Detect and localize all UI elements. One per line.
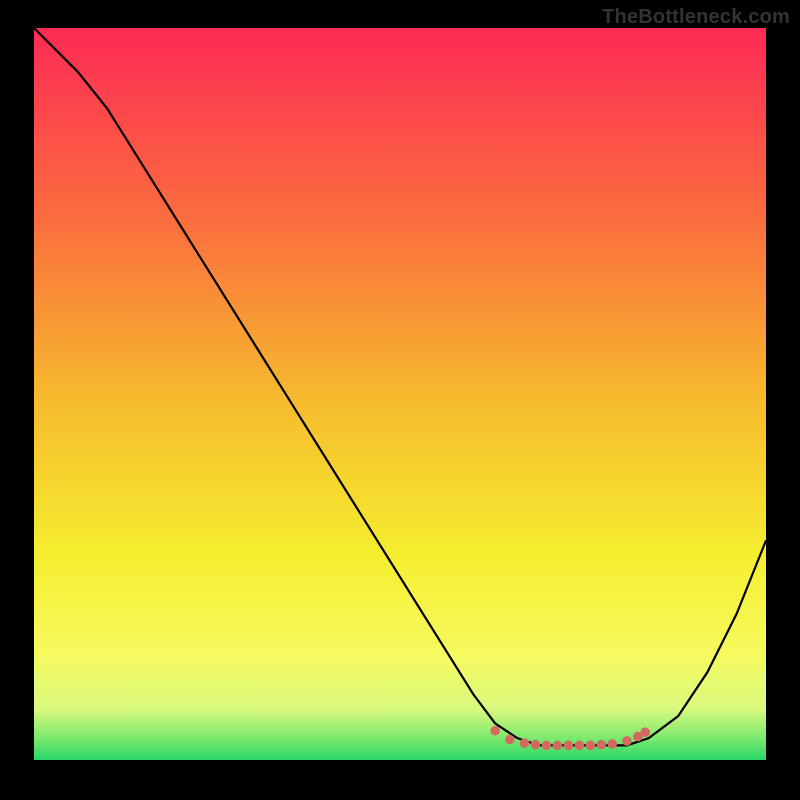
watermark-text: TheBottleneck.com — [602, 6, 790, 29]
plot-background — [34, 28, 766, 760]
marker-dot — [640, 727, 650, 737]
marker-dot — [542, 741, 552, 751]
marker-dot — [607, 739, 617, 749]
marker-dot — [622, 736, 632, 746]
chart-container — [34, 28, 766, 760]
marker-dot — [490, 726, 500, 736]
marker-dot — [553, 741, 563, 751]
marker-dot — [531, 740, 541, 750]
marker-dot — [505, 735, 515, 745]
marker-dot — [575, 741, 585, 751]
marker-dot — [520, 738, 530, 748]
marker-dot — [597, 740, 607, 750]
marker-dot — [586, 741, 596, 751]
marker-dot — [564, 741, 574, 751]
chart-svg — [34, 28, 766, 760]
